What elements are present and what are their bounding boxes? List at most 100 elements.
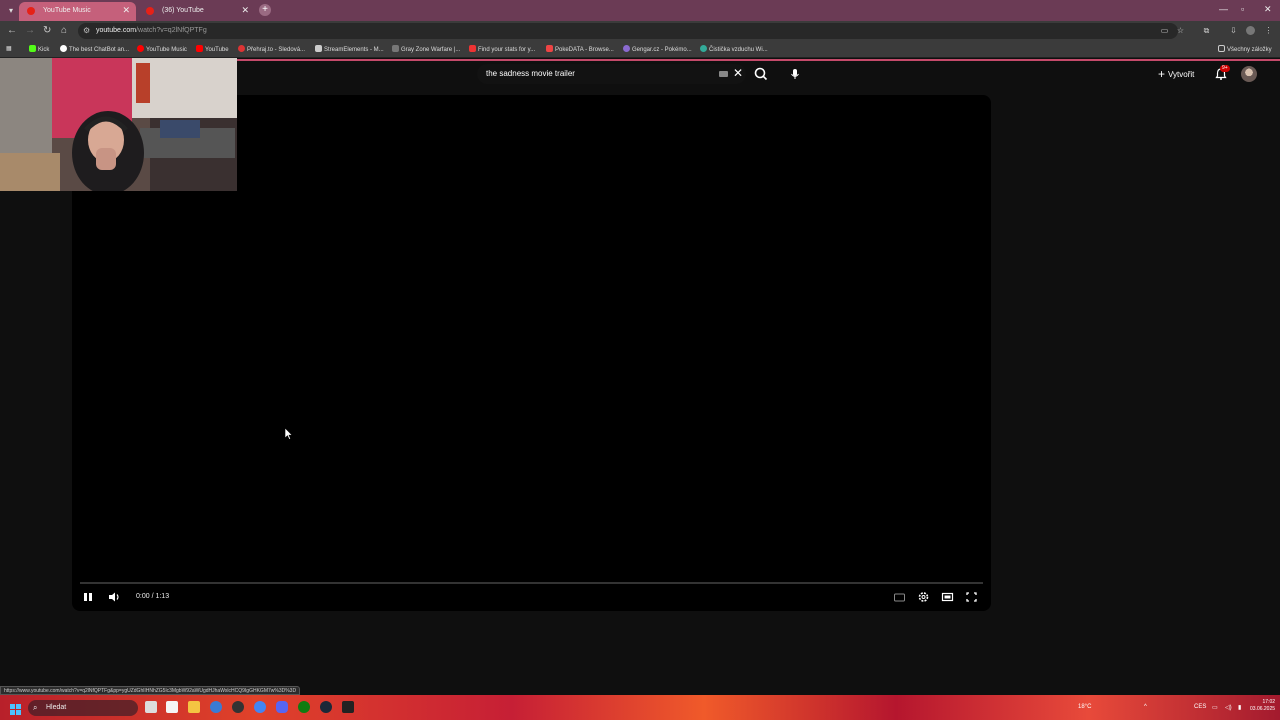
youtube-icon — [196, 45, 203, 52]
search-button[interactable] — [752, 66, 770, 82]
volume-tray-icon[interactable]: ◁) — [1225, 704, 1232, 711]
taskbar-search-input[interactable]: ⌕ Hledat — [28, 700, 138, 716]
bookmark-gengar[interactable]: Gengar.cz - Pokémo... — [623, 45, 692, 53]
close-tab-icon[interactable]: ✕ — [241, 2, 249, 19]
subtitles-button[interactable] — [893, 590, 906, 604]
subtitles-icon — [894, 593, 905, 602]
obs-icon[interactable] — [342, 701, 354, 713]
downloads-icon[interactable]: ⇩ — [1229, 26, 1238, 35]
clock-time: 17:02 — [1262, 699, 1276, 705]
store-icon[interactable] — [166, 701, 178, 713]
home-icon[interactable]: ⌂ — [61, 25, 67, 36]
search-icon — [754, 67, 768, 81]
bookmark-star-icon[interactable]: ☆ — [1176, 26, 1185, 35]
bookmark-prehrajto[interactable]: Přehraj.to - Sledová... — [238, 45, 305, 53]
show-hidden-icons-icon[interactable]: ^ — [1144, 704, 1147, 710]
taskbar-clock[interactable]: 17:02 03.06.2025 — [1250, 699, 1275, 713]
back-icon[interactable]: ← — [7, 25, 17, 36]
cisticka-icon — [700, 45, 707, 52]
bookmark-stats[interactable]: Find your stats for y... — [469, 45, 535, 53]
progress-bar[interactable] — [80, 582, 983, 584]
pause-icon — [84, 593, 92, 601]
tab-title: (36) YouTube — [162, 7, 204, 14]
mute-button[interactable] — [107, 590, 121, 604]
bookmark-chatbot[interactable]: The best ChatBot an... — [60, 45, 129, 53]
keyboard-icon[interactable] — [719, 71, 728, 77]
chrome-icon[interactable] — [254, 701, 266, 713]
tab-search-icon[interactable]: ▾ — [4, 4, 18, 17]
close-tab-icon[interactable]: ✕ — [122, 2, 130, 19]
stats-icon — [469, 45, 476, 52]
extensions-icon[interactable]: ⧉ — [1202, 26, 1211, 35]
tab-youtube[interactable]: (36) YouTube ✕ — [138, 2, 255, 21]
xbox-icon[interactable] — [298, 701, 310, 713]
gear-icon — [918, 592, 929, 602]
tab-bar: ▾ YouTube Music ✕ (36) YouTube ✕ + — ▫ ✕ — [0, 0, 1280, 21]
time-display: 0:00 / 1:13 — [136, 593, 170, 600]
new-tab-button[interactable]: + — [259, 4, 271, 16]
tab-title: YouTube Music — [43, 7, 91, 14]
profile-icon[interactable] — [1246, 26, 1255, 35]
microphone-icon — [791, 69, 799, 79]
edge-icon[interactable] — [210, 701, 222, 713]
page-scrollbar[interactable] — [1272, 61, 1280, 695]
kick-icon — [29, 45, 36, 52]
forward-icon[interactable]: → — [25, 25, 35, 36]
status-bar-url: https://www.youtube.com/watch?v=q2lNfQPT… — [0, 686, 301, 695]
bookmark-youtube-music[interactable]: YouTube Music — [137, 45, 187, 53]
file-explorer-icon[interactable] — [188, 701, 200, 713]
start-button[interactable] — [10, 702, 21, 715]
bookmark-cisticka[interactable]: Čistička vzduchu Wi... — [700, 45, 768, 53]
github-icon[interactable] — [232, 701, 244, 713]
search-input[interactable]: the sadness movie trailer — [477, 64, 746, 84]
bookmark-kick[interactable]: Kick — [29, 45, 49, 53]
discord-icon[interactable] — [276, 701, 288, 713]
bookmark-pokedata[interactable]: PokeDATA - Browse... — [546, 45, 614, 53]
minimize-icon[interactable]: — — [1219, 4, 1228, 14]
language-indicator[interactable]: CES — [1194, 704, 1206, 710]
bookmark-youtube[interactable]: YouTube — [196, 45, 229, 53]
settings-button[interactable] — [917, 590, 930, 604]
maximize-icon[interactable]: ▫ — [1241, 4, 1244, 14]
network-icon[interactable]: ▭ — [1212, 704, 1218, 711]
url-path: /watch?v=q2lNfQPTFg — [136, 27, 207, 34]
theater-mode-button[interactable] — [941, 590, 954, 604]
pause-button[interactable] — [82, 590, 94, 604]
menu-icon[interactable]: ⋮ — [1264, 26, 1273, 35]
tab-youtube-music[interactable]: YouTube Music ✕ — [19, 2, 136, 21]
voice-search-button[interactable] — [787, 66, 803, 82]
folder-icon — [1218, 45, 1225, 52]
steam-icon[interactable] — [320, 701, 332, 713]
apps-icon[interactable]: ▦ — [6, 45, 12, 52]
site-info-icon[interactable]: ⚙ — [83, 23, 90, 39]
avatar[interactable] — [1241, 66, 1257, 82]
cast-icon[interactable]: ▭ — [1160, 26, 1169, 35]
notifications-button[interactable]: 9+ — [1214, 65, 1230, 81]
windows-icon — [10, 704, 21, 715]
bookmark-streamelements[interactable]: StreamElements - M... — [315, 45, 384, 53]
bookmarks-bar: ▦ Kick The best ChatBot an... YouTube Mu… — [0, 41, 1280, 58]
prehrajto-icon — [238, 45, 245, 52]
address-bar[interactable]: ⚙ youtube.com/watch?v=q2lNfQPTFg — [78, 23, 1178, 39]
bookmark-gray-zone[interactable]: Gray Zone Warfare |... — [392, 45, 460, 53]
reload-icon[interactable]: ↻ — [43, 25, 51, 36]
notification-badge: 9+ — [1220, 65, 1230, 72]
task-view-icon[interactable] — [145, 701, 157, 713]
streamelements-icon — [315, 45, 322, 52]
youtube-music-favicon-icon — [27, 7, 35, 15]
gengar-icon — [623, 45, 630, 52]
gray-zone-icon — [392, 45, 399, 52]
all-bookmarks-folder[interactable]: Všechny záložky — [1218, 45, 1272, 53]
browser-toolbar: ← → ↻ ⌂ ⚙ youtube.com/watch?v=q2lNfQPTFg… — [0, 21, 1280, 41]
create-button[interactable]: + Vytvořit — [1158, 67, 1194, 81]
clock-date: 03.06.2025 — [1250, 706, 1276, 712]
chatbot-icon — [60, 45, 67, 52]
weather-widget[interactable]: 18°C — [1078, 704, 1091, 710]
fullscreen-button[interactable] — [965, 590, 978, 604]
webcam-feed-image — [0, 58, 237, 191]
battery-icon[interactable]: ▮ — [1238, 704, 1241, 711]
youtube-music-icon — [137, 45, 144, 52]
close-window-icon[interactable]: ✕ — [1264, 4, 1272, 15]
clear-search-icon[interactable]: ✕ — [733, 66, 743, 80]
plus-icon: + — [1158, 67, 1166, 81]
